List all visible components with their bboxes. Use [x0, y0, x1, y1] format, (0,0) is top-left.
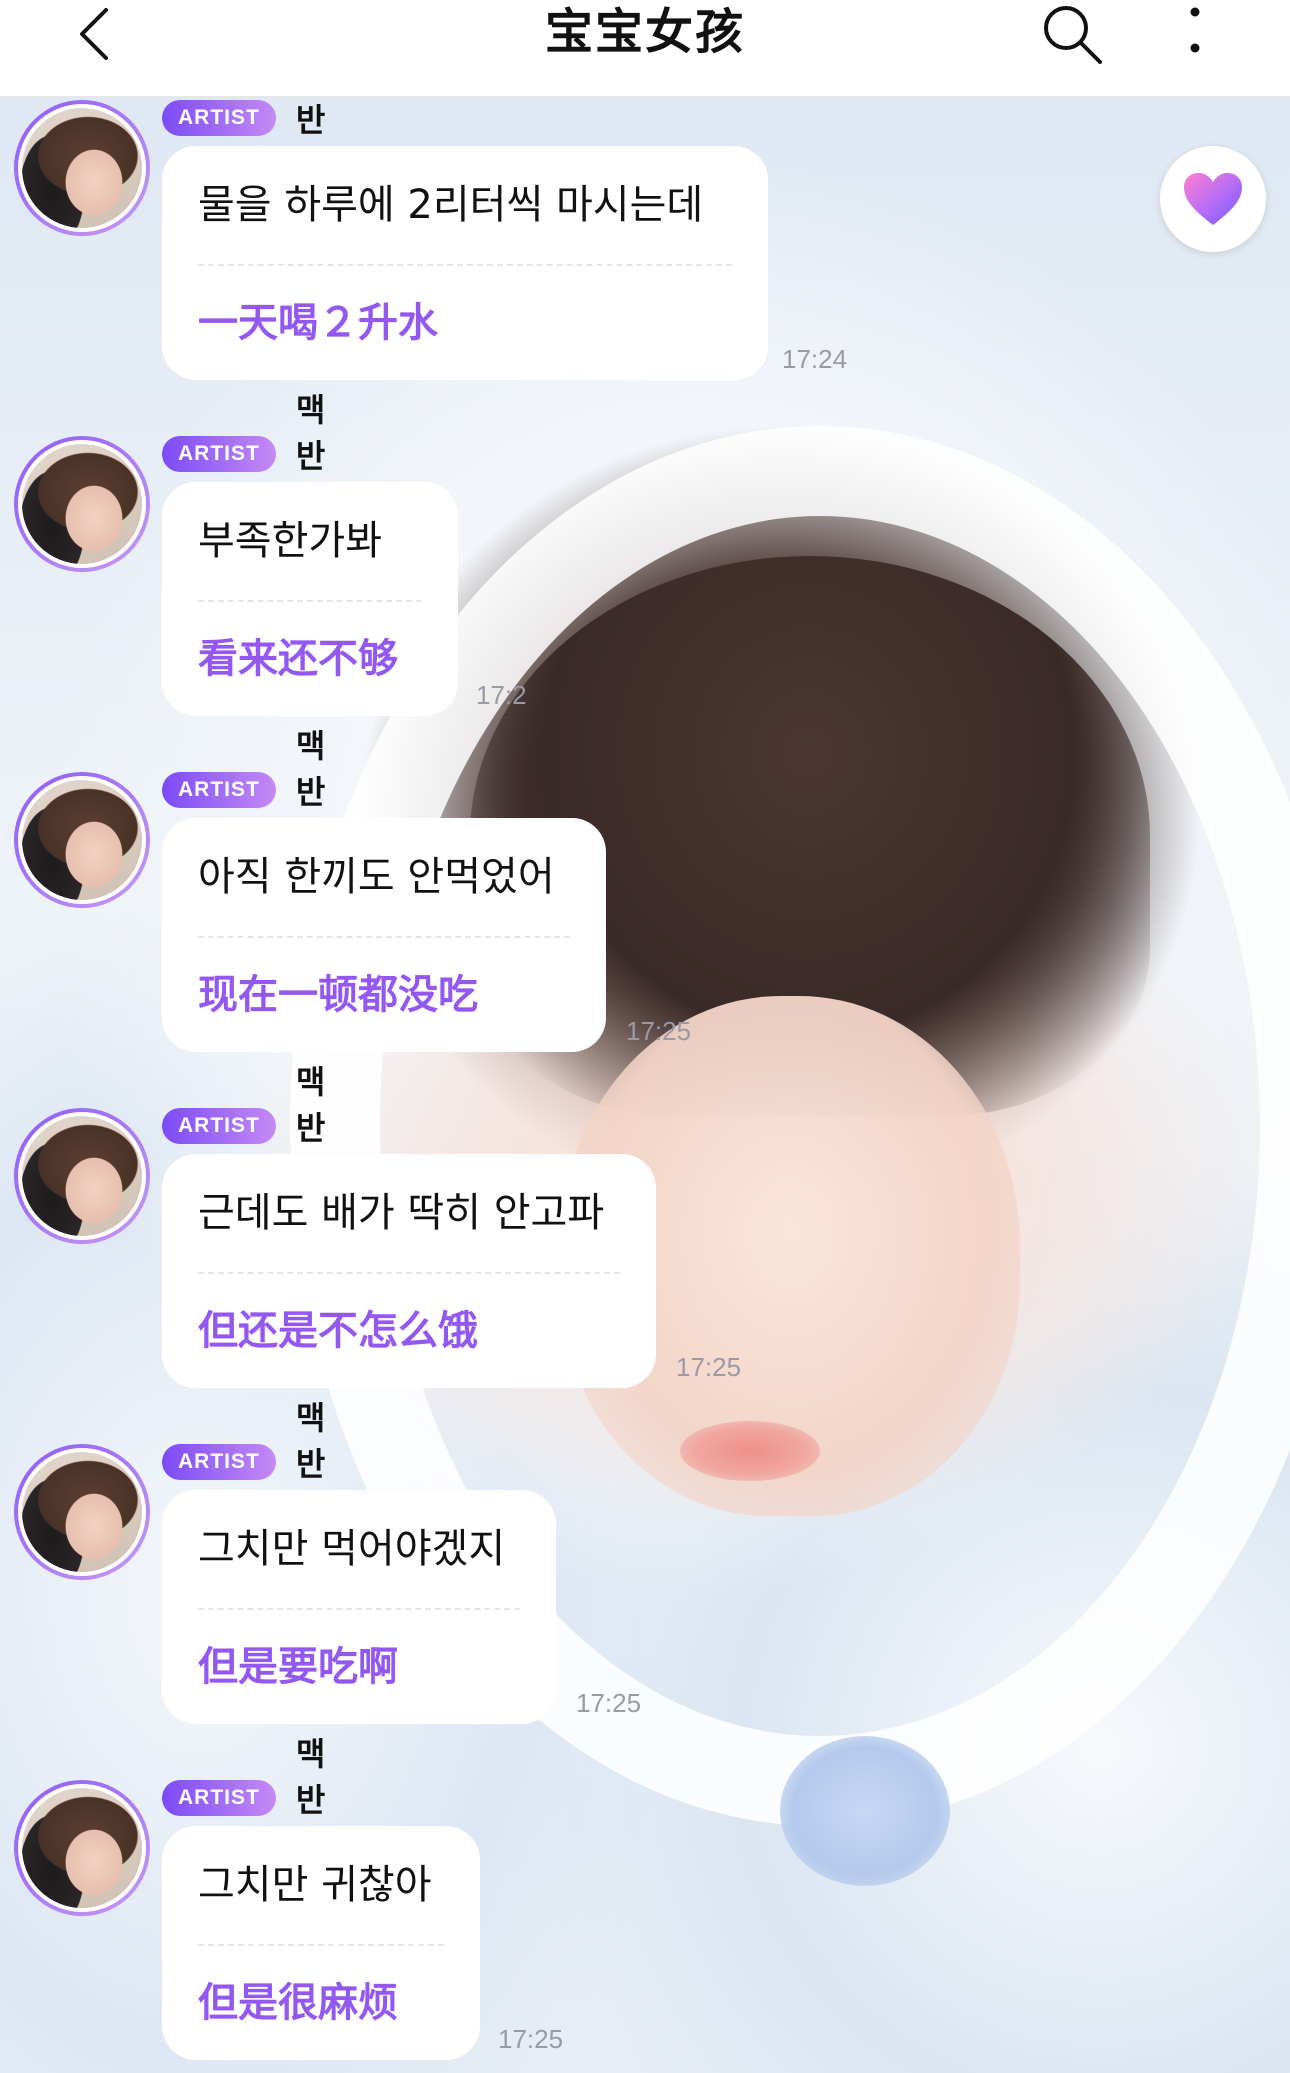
avatar-photo	[18, 440, 146, 568]
message-translation-text: 但还是不怎么饿	[198, 1308, 478, 1354]
artist-badge: ARTIST	[162, 1108, 276, 1144]
avatar[interactable]	[14, 1780, 150, 1916]
background-toggle	[780, 1736, 950, 1886]
message-meta: ARTIST 맥반석	[162, 727, 325, 857]
message-original-text: 근데도 배가 딱히 안고파	[198, 1190, 605, 1236]
message-original-text: 부족한가봐	[198, 518, 382, 564]
artist-badge: ARTIST	[162, 100, 276, 136]
message-meta: ARTIST 맥반석	[162, 1399, 325, 1529]
heart-icon	[1184, 173, 1242, 225]
avatar[interactable]	[14, 1108, 150, 1244]
message-translation-text: 一天喝２升水	[198, 300, 438, 346]
search-icon	[1044, 6, 1102, 64]
artist-badge: ARTIST	[162, 1780, 276, 1816]
message-time: 17:24	[782, 344, 848, 374]
avatar[interactable]	[14, 772, 150, 908]
message-bubble[interactable]: 그치만 먹어야겠지 但是要吃啊	[162, 1490, 556, 1724]
top-bar: 宝宝女孩	[0, 0, 1290, 97]
avatar[interactable]	[14, 1444, 150, 1580]
message-meta: ARTIST 맥반석	[162, 1063, 325, 1193]
message-time: 17:25	[576, 1688, 642, 1718]
message-translation-text: 但是要吃啊	[198, 1644, 398, 1690]
message-translation-text: 现在一顿都没吃	[198, 972, 478, 1018]
avatar-photo	[18, 1784, 146, 1912]
artist-badge: ARTIST	[162, 772, 276, 808]
artist-badge: ARTIST	[162, 1444, 276, 1480]
more-button[interactable]	[1180, 2, 1210, 62]
message-bubble[interactable]: 물을 하루에 2리터씩 마시는데 一天喝２升水	[162, 146, 768, 380]
avatar-photo	[18, 104, 146, 232]
more-vertical-icon	[1190, 7, 1200, 53]
avatar[interactable]	[14, 100, 150, 236]
message-time: 17:25	[676, 1352, 742, 1382]
message-bubble[interactable]: 아직 한끼도 안먹었어 现在一顿都没吃	[162, 818, 606, 1052]
search-button[interactable]	[1040, 2, 1104, 66]
avatar-photo	[18, 1448, 146, 1576]
message-meta: ARTIST 맥반석	[162, 391, 325, 521]
message-bubble[interactable]: 부족한가봐 看来还不够	[162, 482, 458, 716]
avatar-photo	[18, 776, 146, 904]
message-time: 17:2	[476, 680, 527, 710]
message-translation-text: 但是很麻烦	[198, 1980, 398, 2026]
message-original-text: 물을 하루에 2리터씩 마시는데	[198, 182, 704, 228]
background-lips	[680, 1421, 820, 1481]
message-original-text: 그치만 귀찮아	[198, 1862, 432, 1908]
message-time: 17:25	[498, 2024, 564, 2054]
message-original-text: 아직 한끼도 안먹었어	[198, 854, 555, 900]
heart-button[interactable]	[1160, 146, 1266, 252]
message-bubble[interactable]: 근데도 배가 딱히 안고파 但还是不怎么饿	[162, 1154, 656, 1388]
avatar-photo	[18, 1112, 146, 1240]
avatar[interactable]	[14, 436, 150, 572]
message-bubble[interactable]: 그치만 귀찮아 但是很麻烦	[162, 1826, 480, 2060]
message-original-text: 그치만 먹어야겠지	[198, 1526, 506, 1572]
message-translation-text: 看来还不够	[198, 636, 398, 682]
message-time: 17:25	[626, 1016, 692, 1046]
artist-badge: ARTIST	[162, 436, 276, 472]
message-meta: ARTIST 맥반석	[162, 1735, 325, 1865]
message-meta: ARTIST 맥반석	[162, 55, 325, 185]
